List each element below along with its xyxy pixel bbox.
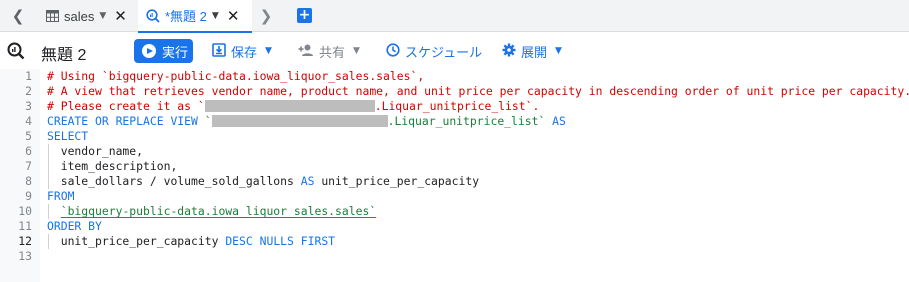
code-text: # A view that retrieves vendor name, pro… [47,84,909,99]
caret-down-icon: ▼ [353,46,360,56]
line-number: 8 [25,174,32,188]
code-token: CREATE OR REPLACE VIEW [47,114,205,128]
code-line[interactable]: 12 unit_price_per_capacity DESC NULLS FI… [0,234,909,249]
code-line[interactable]: 1 # Using `bigquery-public-data.iowa_liqu… [0,69,909,84]
query-icon [146,8,160,23]
code-token: DESC NULLS FIRST [225,234,336,248]
code-token: .Liquar_unitprice_list` [387,114,546,128]
code-text: # Using `bigquery-public-data.iowa_liquo… [47,69,424,84]
code-token: ` [204,114,212,128]
close-icon[interactable]: ✕ [227,7,240,25]
code-token: # A view that retrieves vendor name, pro… [47,84,909,98]
line-number: 10 [18,204,32,218]
line-number: 13 [18,249,32,263]
caret-down-icon: ▼ [555,46,562,56]
line-number: 7 [25,159,32,173]
code-text: CREATE OR REPLACE VIEW ` .Liquar_unitpric… [47,114,566,129]
deploy-button[interactable]: 展開 ▼ [502,39,562,63]
share-label: 共有 [319,44,346,60]
code-line[interactable]: 11 ORDER BY [0,219,909,234]
code-token: `bigquery-public-data.iowa_liquor_sales.… [60,204,377,218]
code-line[interactable]: 10 `bigquery-public-data.iowa_liquor_sal… [0,204,909,219]
code-token: # Please create it as ` [47,99,205,113]
chevron-left-icon[interactable]: ❮ [8,6,28,26]
code-token: unit_price_per_capacity [47,234,226,248]
code-line[interactable]: 13 [0,249,909,264]
tab-label: sales [64,8,95,24]
code-token: , [417,69,425,83]
line-number: 4 [25,114,32,128]
run-label: 実行 [162,44,189,60]
tab-sales[interactable]: sales ▼ ✕ [38,0,134,32]
redacted-project-id [211,115,388,127]
code-text: item_description, [47,159,178,174]
schedule-label: スケジュール [405,44,483,60]
run-button[interactable]: 実行 [134,39,193,63]
caret-down-icon: ▼ [265,46,272,56]
code-text: FROM [47,189,74,204]
code-line[interactable]: 5 SELECT [0,129,909,144]
save-button[interactable]: 保存 ▼ [212,39,272,63]
code-text: SELECT [47,129,88,144]
tab-bar: ❮ sales ▼ ✕ *無題 2 ▼ ✕ ❯ + [0,0,909,33]
code-line[interactable]: 4 CREATE OR REPLACE VIEW ` .Liquar_unitpri… [0,114,909,129]
line-number: 6 [25,144,32,158]
code-token: vendor_name, [47,144,144,158]
line-number: 9 [25,189,32,203]
redacted-project-id [204,100,375,112]
code-text: unit_price_per_capacity DESC NULLS FIRST [47,234,335,249]
code-text: # Please create it as ` .Liquar_unitprice… [47,99,539,114]
play-icon [142,44,156,58]
line-number: 12 [18,234,32,248]
query-icon [7,42,25,60]
code-token: unit_price_per_capacity [314,174,480,188]
code-line[interactable]: 7 item_description, [0,159,909,174]
table-icon [46,9,59,23]
code-token: sale_dollars / volume_sold_gallons [47,174,301,188]
code-text: sale_dollars / volume_sold_gallons AS un… [47,174,479,189]
chevron-right-icon[interactable]: ❯ [256,6,276,26]
caret-down-icon[interactable]: ▼ [99,11,106,21]
share-button[interactable]: 共有 ▼ [298,39,360,63]
code-token: ORDER BY [47,219,102,233]
line-number: 1 [25,69,32,83]
add-tab-button[interactable]: + [297,8,312,23]
query-toolbar: 無題 2 実行 保存 ▼ 共有 ▼ スケジュール 展開 ▼ [0,33,909,69]
code-line[interactable]: 3 # Please create it as ` .Liquar_unitpric… [0,99,909,114]
code-text: ORDER BY [47,219,102,234]
deploy-label: 展開 [521,44,548,60]
tab-label: *無題 2 [165,9,207,24]
gear-icon [502,43,516,60]
close-icon[interactable]: ✕ [114,7,127,25]
schedule-button[interactable]: スケジュール [386,39,482,63]
line-number: 5 [25,129,32,143]
line-number: 3 [25,99,32,113]
save-icon [212,42,226,60]
query-title: 無題 2 [41,47,87,64]
sql-editor[interactable]: 1 # Using `bigquery-public-data.iowa_liqu… [0,69,909,282]
clock-icon [386,42,400,60]
code-line[interactable]: 6 vendor_name, [0,144,909,159]
line-number: 11 [18,219,32,233]
code-line[interactable]: 9 FROM [0,189,909,204]
code-token: SELECT [47,129,89,143]
person-add-icon [298,43,314,60]
code-token: .Liquar_unitprice_list`. [374,99,540,113]
code-line[interactable]: 8 sale_dollars / volume_sold_gallons AS … [0,174,909,189]
code-text: `bigquery-public-data.iowa_liquor_sales.… [47,204,376,219]
save-label: 保存 [231,44,258,60]
code-token: `bigquery-public-data.iowa_liquor_sales.… [101,69,418,83]
tab-query[interactable]: *無題 2 ▼ ✕ [138,0,252,33]
code-text: vendor_name, [47,144,143,159]
code-token: AS [545,114,566,128]
code-token: FROM [47,189,75,203]
code-token: item_description, [47,159,178,173]
code-line[interactable]: 2 # A view that retrieves vendor name, pr… [0,84,909,99]
line-number: 2 [25,84,32,98]
code-token: # Using [47,69,102,83]
caret-down-icon[interactable]: ▼ [212,11,219,21]
code-token: AS [300,174,315,188]
